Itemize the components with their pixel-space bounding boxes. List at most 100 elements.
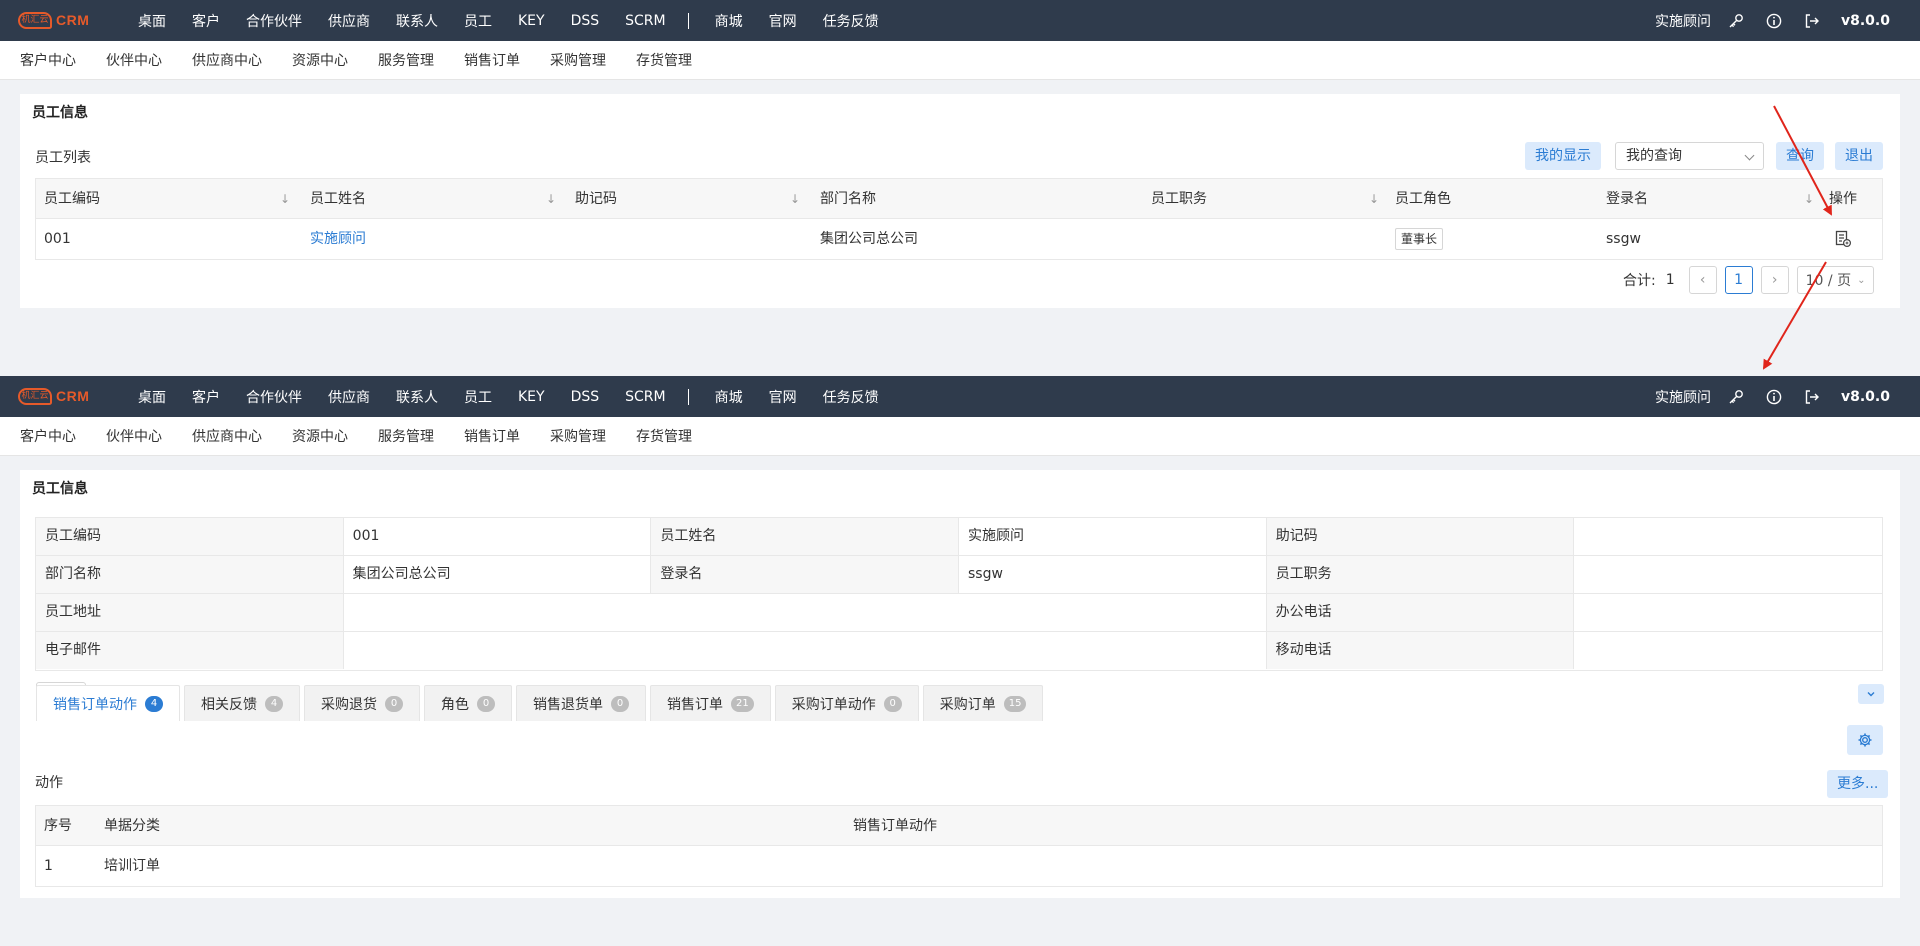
subnav-resource-center[interactable]: 资源中心: [292, 426, 348, 446]
tab-role[interactable]: 角色 0: [424, 685, 512, 721]
nav-customer[interactable]: 客户: [192, 387, 220, 407]
subnav-inventory-management[interactable]: 存货管理: [636, 50, 692, 70]
nav-customer[interactable]: 客户: [192, 11, 220, 31]
info-row: 部门名称 集团公司总公司 登录名 ssgw 员工职务: [36, 556, 1882, 594]
col-department[interactable]: 部门名称: [812, 179, 876, 219]
col-employee-name[interactable]: 员工姓名: [302, 179, 366, 219]
subnav-supplier-center[interactable]: 供应商中心: [192, 50, 262, 70]
my-display-button[interactable]: 我的显示: [1525, 142, 1601, 170]
current-user[interactable]: 实施顾问: [1655, 387, 1711, 407]
subnav-customer-center[interactable]: 客户中心: [20, 50, 76, 70]
tab-label: 采购订单动作: [791, 696, 876, 713]
subnav-purchase-management[interactable]: 采购管理: [550, 50, 606, 70]
nav-website[interactable]: 官网: [769, 11, 797, 31]
sort-icon[interactable]: ↓: [1802, 179, 1816, 219]
prev-page-button[interactable]: ‹: [1688, 266, 1717, 294]
next-page-button[interactable]: ›: [1760, 266, 1789, 294]
sort-icon[interactable]: ↓: [544, 179, 558, 219]
info-icon[interactable]: [1765, 388, 1783, 406]
nav-scrm[interactable]: SCRM: [625, 389, 665, 405]
subnav-partner-center[interactable]: 伙伴中心: [106, 50, 162, 70]
key-icon[interactable]: [1727, 12, 1745, 30]
tab-purchase-return[interactable]: 采购退货 0: [304, 685, 420, 721]
tab-settings-button[interactable]: [1847, 725, 1883, 755]
crm-logo[interactable]: 机汇云 CRM: [18, 387, 90, 407]
my-query-value: 我的查询: [1626, 148, 1682, 164]
subnav-partner-center[interactable]: 伙伴中心: [106, 426, 162, 446]
subnav-resource-center[interactable]: 资源中心: [292, 50, 348, 70]
main-nav: 桌面 客户 合作伙伴 供应商 联系人 员工 KEY DSS SCRM 商城 官网…: [138, 0, 905, 41]
logout-icon[interactable]: [1803, 388, 1821, 406]
logo-text: CRM: [56, 12, 90, 28]
value-email: [344, 632, 1267, 669]
key-icon[interactable]: [1727, 388, 1745, 406]
col-mnemonic[interactable]: 助记码: [567, 179, 617, 219]
sort-icon[interactable]: ↓: [788, 179, 802, 219]
nav-supplier[interactable]: 供应商: [328, 387, 370, 407]
nav-mall[interactable]: 商城: [715, 11, 743, 31]
logout-icon[interactable]: [1803, 12, 1821, 30]
nav-key[interactable]: KEY: [518, 389, 545, 405]
tab-purchase-order[interactable]: 采购订单 15: [922, 685, 1044, 721]
subnav-service-management[interactable]: 服务管理: [378, 426, 434, 446]
table-row[interactable]: 001 实施顾问 集团公司总公司 董事长 ssgw: [36, 219, 1882, 259]
nav-dss[interactable]: DSS: [571, 389, 600, 405]
subnav-service-management[interactable]: 服务管理: [378, 50, 434, 70]
pagination: 合计: 1 ‹ 1 › 10 / 页 ⌄: [1623, 266, 1875, 294]
view-detail-icon[interactable]: [1834, 230, 1852, 248]
nav-task-feedback[interactable]: 任务反馈: [823, 11, 879, 31]
role-tag: 董事长: [1395, 228, 1444, 250]
more-button[interactable]: 更多...: [1827, 770, 1889, 798]
logo-text: CRM: [56, 388, 90, 404]
value-employee-code: 001: [344, 518, 652, 555]
subnav-customer-center[interactable]: 客户中心: [20, 426, 76, 446]
sort-icon[interactable]: ↓: [1367, 179, 1381, 219]
tab-related-feedback[interactable]: 相关反馈 4: [184, 685, 300, 721]
tab-sales-order-action[interactable]: 销售订单动作 4: [36, 685, 180, 721]
collapse-toggle[interactable]: [1858, 684, 1884, 704]
cell-login-name: ssgw: [1606, 231, 1641, 247]
table-row[interactable]: 1 培训订单: [36, 846, 1882, 886]
page-number-button[interactable]: 1: [1724, 266, 1753, 294]
info-icon[interactable]: [1765, 12, 1783, 30]
nav-contact[interactable]: 联系人: [396, 11, 438, 31]
nav-employee[interactable]: 员工: [464, 11, 492, 31]
subnav-purchase-management[interactable]: 采购管理: [550, 426, 606, 446]
nav-key[interactable]: KEY: [518, 13, 545, 29]
nav-website[interactable]: 官网: [769, 387, 797, 407]
subnav-supplier-center[interactable]: 供应商中心: [192, 426, 262, 446]
tab-purchase-order-action[interactable]: 采购订单动作 0: [774, 685, 919, 721]
nav-employee[interactable]: 员工: [464, 387, 492, 407]
nav-partner[interactable]: 合作伙伴: [246, 387, 302, 407]
label-email: 电子邮件: [36, 632, 344, 669]
nav-mall[interactable]: 商城: [715, 387, 743, 407]
col-login-name[interactable]: 登录名: [1598, 179, 1648, 219]
tab-sales-order[interactable]: 销售订单 21: [650, 685, 771, 721]
col-employee-code[interactable]: 员工编码: [36, 179, 100, 219]
subnav-inventory-management[interactable]: 存货管理: [636, 426, 692, 446]
nav-dss[interactable]: DSS: [571, 13, 600, 29]
tab-sales-return[interactable]: 销售退货单 0: [516, 685, 646, 721]
sort-icon[interactable]: ↓: [278, 179, 292, 219]
nav-desktop[interactable]: 桌面: [138, 11, 166, 31]
col-employee-title[interactable]: 员工职务: [1143, 179, 1207, 219]
nav-partner[interactable]: 合作伙伴: [246, 11, 302, 31]
crm-logo[interactable]: 机汇云 CRM: [18, 11, 90, 31]
tab-count-badge: 4: [265, 695, 283, 712]
subnav-sales-order[interactable]: 销售订单: [464, 426, 520, 446]
current-user[interactable]: 实施顾问: [1655, 11, 1711, 31]
nav-desktop[interactable]: 桌面: [138, 387, 166, 407]
col-employee-role[interactable]: 员工角色: [1387, 179, 1451, 219]
cell-employee-name-link[interactable]: 实施顾问: [302, 219, 366, 259]
query-button[interactable]: 查询: [1776, 142, 1824, 170]
nav-contact[interactable]: 联系人: [396, 387, 438, 407]
nav-task-feedback[interactable]: 任务反馈: [823, 387, 879, 407]
page-size-select[interactable]: 10 / 页 ⌄: [1796, 266, 1875, 294]
my-query-select[interactable]: 我的查询: [1615, 142, 1764, 170]
sub-navbar: 客户中心 伙伴中心 供应商中心 资源中心 服务管理 销售订单 采购管理 存货管理: [0, 41, 1920, 80]
exit-button[interactable]: 退出: [1835, 142, 1883, 170]
nav-scrm[interactable]: SCRM: [625, 13, 665, 29]
value-address: [344, 594, 1267, 631]
subnav-sales-order[interactable]: 销售订单: [464, 50, 520, 70]
nav-supplier[interactable]: 供应商: [328, 11, 370, 31]
